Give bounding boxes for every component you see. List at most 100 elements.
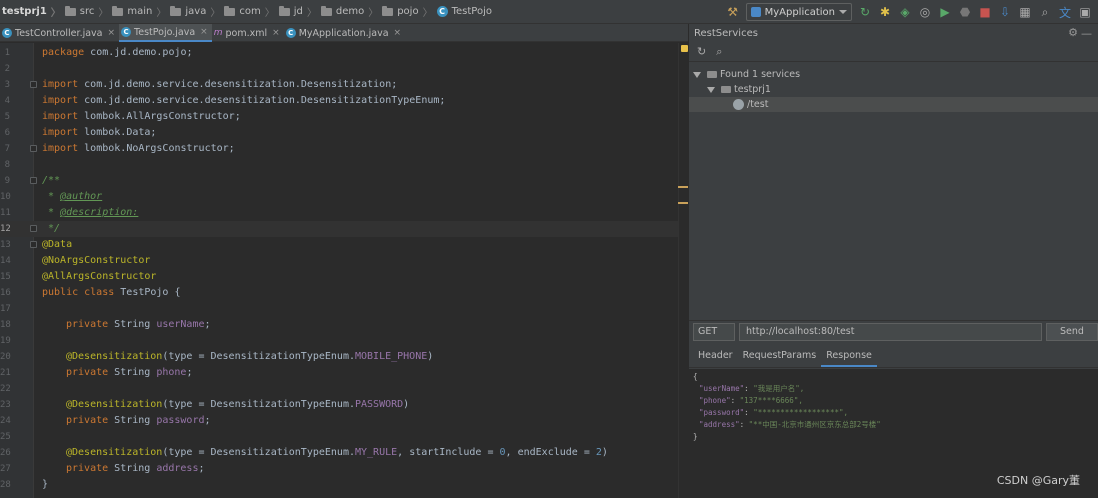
panel-title: RestServices <box>694 27 758 39</box>
close-icon[interactable]: × <box>200 27 208 37</box>
maven-icon: m <box>213 28 223 38</box>
gear-icon[interactable]: ⚙ <box>1068 26 1078 39</box>
stripe-marker[interactable] <box>678 202 688 204</box>
close-icon[interactable]: × <box>108 28 116 38</box>
code-line-current: 12 */ <box>0 221 688 237</box>
error-stripe-scrollbar[interactable] <box>678 43 688 498</box>
code-line: 4 import com.jd.demo.service.desensitizat… <box>0 93 688 109</box>
code-token: private <box>66 367 115 378</box>
line-number: 9 <box>4 176 10 186</box>
line-number: 2 <box>4 64 10 74</box>
breadcrumb-label: pojo <box>397 6 419 17</box>
code-token: , endExclude = <box>505 447 596 458</box>
code-token: } <box>42 479 49 490</box>
code-token: , startInclude = <box>397 447 500 458</box>
line-number: 28 <box>0 480 11 490</box>
breadcrumb-testpojo[interactable]: C TestPojo <box>435 0 494 24</box>
breadcrumb-demo[interactable]: demo 〉 <box>319 0 380 24</box>
line-number: 22 <box>0 384 11 394</box>
search-everywhere-icon[interactable]: ⌕ <box>1038 5 1052 19</box>
tab-label: pom.xml <box>225 27 268 39</box>
code-token: ) <box>601 447 608 458</box>
code-token: ) <box>403 399 410 410</box>
profile-icon[interactable]: ◎ <box>918 5 932 19</box>
code-token: private <box>66 415 115 426</box>
fold-icon[interactable] <box>30 81 37 88</box>
breadcrumb-java[interactable]: java 〉 <box>168 0 222 24</box>
debug-bug-icon[interactable]: ✱ <box>878 5 892 19</box>
tab-testpojo[interactable]: C TestPojo.java × <box>119 24 212 42</box>
class-icon: C <box>2 28 12 38</box>
tab-request-params[interactable]: RequestParams <box>738 346 822 367</box>
tab-response[interactable]: Response <box>821 346 877 367</box>
search-icon[interactable]: ⌕ <box>716 45 722 59</box>
tab-myapplication[interactable]: C MyApplication.java × <box>284 24 405 42</box>
url-input[interactable]: http://localhost:80/test <box>739 323 1042 341</box>
folder-icon <box>320 5 332 16</box>
code-line: 14 @NoArgsConstructor <box>0 253 688 269</box>
rest-services-panel: RestServices ⚙ — ↻ ⌕ Found 1 services te… <box>688 24 1098 498</box>
breadcrumb-project[interactable]: testprj1 〉 <box>0 0 63 24</box>
code-token: (type = <box>162 447 211 458</box>
chevron-down-icon <box>839 10 847 14</box>
translate-icon[interactable]: 文 <box>1058 5 1072 20</box>
minimize-icon[interactable]: — <box>1081 27 1092 40</box>
code-line: 1 package com.jd.demo.pojo; <box>0 45 688 61</box>
rerun-icon[interactable]: ↻ <box>858 5 872 19</box>
json-separator: : <box>739 420 749 429</box>
tab-pom[interactable]: m pom.xml × <box>212 24 284 42</box>
http-method-field[interactable]: GET <box>693 323 735 341</box>
tree-item-endpoint[interactable]: /test <box>689 97 1098 112</box>
refresh-icon[interactable]: ↻ <box>697 45 706 58</box>
run-configuration-dropdown[interactable]: MyApplication <box>745 3 852 21</box>
tree-item-root[interactable]: Found 1 services <box>689 67 1098 82</box>
breadcrumb-src[interactable]: src 〉 <box>63 0 111 24</box>
code-token: (type = <box>162 399 211 410</box>
project-structure-icon[interactable]: ▦ <box>1018 5 1032 19</box>
fold-icon[interactable] <box>30 177 37 184</box>
fold-icon[interactable] <box>30 241 37 248</box>
code-line: 28} <box>0 477 688 493</box>
breadcrumb-jd[interactable]: jd 〉 <box>277 0 319 24</box>
code-token: import <box>42 79 85 90</box>
code-editor[interactable]: 1 package com.jd.demo.pojo; 2 3 import com… <box>0 43 688 498</box>
code-token: @Desensitization <box>66 399 163 410</box>
fold-icon[interactable] <box>30 145 37 152</box>
breadcrumb-main[interactable]: main 〉 <box>110 0 168 24</box>
run-icon[interactable]: ▶ <box>938 5 952 19</box>
code-token: @AllArgsConstructor <box>42 271 157 282</box>
tab-header[interactable]: Header <box>693 346 738 367</box>
breadcrumb-com[interactable]: com 〉 <box>222 0 276 24</box>
close-icon[interactable]: × <box>272 28 280 38</box>
expand-arrow-icon[interactable] <box>707 86 715 93</box>
breadcrumb-pojo[interactable]: pojo 〉 <box>380 0 434 24</box>
code-token: address <box>156 463 199 474</box>
json-row: "address": "**中国-北京市通州区京东总部2号楼" <box>693 419 1094 431</box>
coverage-icon[interactable]: ◈ <box>898 5 912 19</box>
class-icon: C <box>436 6 448 17</box>
build-hammer-icon[interactable]: ⚒ <box>726 5 740 19</box>
code-token: phone <box>156 367 187 378</box>
terminal-icon[interactable]: ▣ <box>1078 5 1092 19</box>
fold-icon[interactable] <box>30 225 37 232</box>
json-value: "******************", <box>753 408 849 417</box>
code-token: ; <box>186 367 193 378</box>
code-token: lombok. <box>84 143 127 154</box>
code-token: NoArgsConstructor <box>126 143 229 154</box>
send-button[interactable]: Send <box>1046 323 1098 341</box>
code-line: 7 import lombok.NoArgsConstructor; <box>0 141 688 157</box>
warning-icon[interactable] <box>681 45 688 52</box>
json-row: "userName": "我是用户名", <box>693 383 1094 395</box>
close-icon[interactable]: × <box>394 28 402 38</box>
attach-icon[interactable]: ⬣ <box>958 5 972 19</box>
stripe-marker[interactable] <box>678 186 688 188</box>
line-number: 17 <box>0 304 11 314</box>
tree-item-module[interactable]: testprj1 <box>689 82 1098 97</box>
expand-arrow-icon[interactable] <box>693 71 701 78</box>
breadcrumb-separator-icon: 〉 <box>210 8 221 19</box>
git-update-icon[interactable]: ⇩ <box>998 5 1012 19</box>
breadcrumb-label: TestPojo <box>451 6 492 17</box>
stop-icon[interactable]: ■ <box>978 5 992 19</box>
tab-testcontroller[interactable]: C TestController.java × <box>0 24 119 42</box>
code-token: Desensitization <box>300 79 392 90</box>
